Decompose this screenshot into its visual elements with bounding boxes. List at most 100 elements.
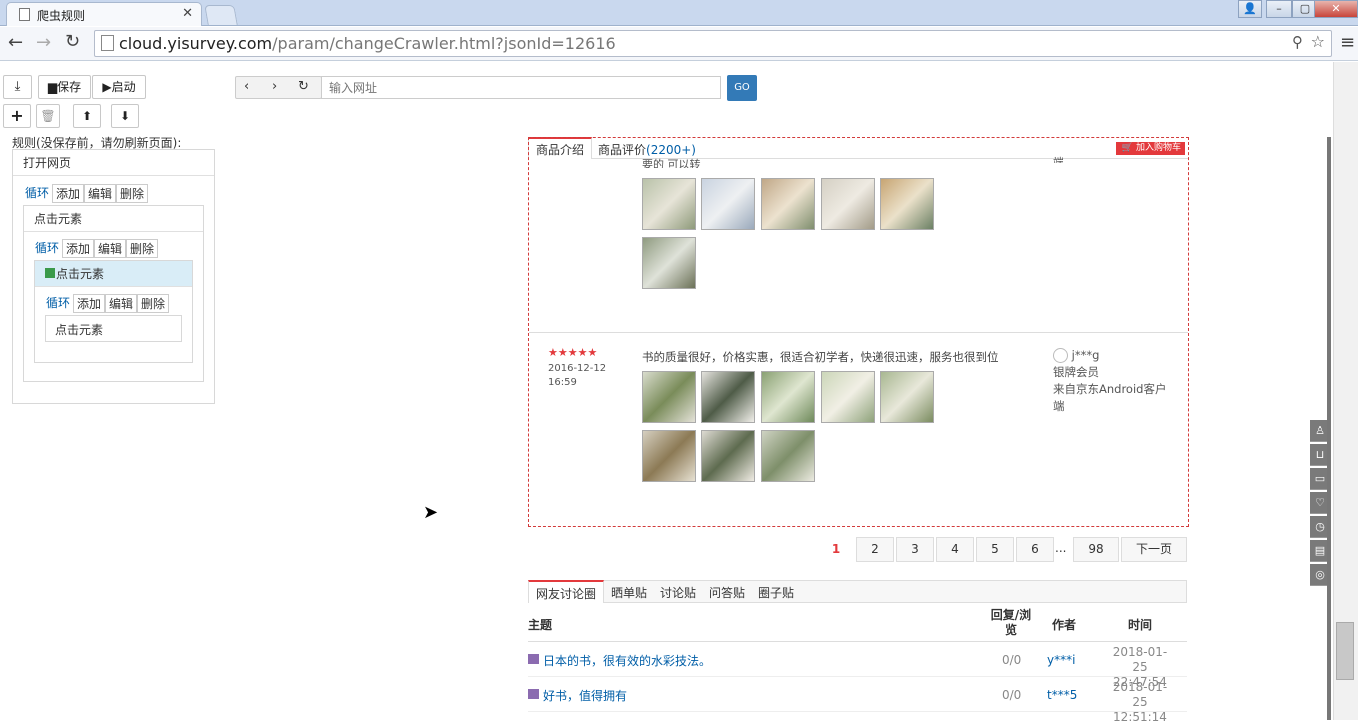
element-icon — [45, 268, 55, 278]
review-text: 书的质量很好，价格实惠，很适合初学者，快递很迅速，服务也很到位 — [642, 350, 999, 364]
rule-tabs-level3: 循环 添加 编辑 删除 — [43, 294, 170, 313]
post-date: 2018-01-25 — [1112, 680, 1168, 709]
click-element-title[interactable]: 点击元素 — [24, 206, 203, 232]
avatar — [1053, 348, 1068, 363]
tab-delete[interactable]: 删除 — [137, 294, 170, 313]
tab-forum-qa[interactable]: 问答贴 — [709, 584, 745, 601]
review-photo[interactable] — [642, 430, 696, 482]
col-author: 作者 — [1052, 618, 1077, 632]
inner-nav-group: ‹ › ↻ — [235, 76, 322, 99]
topic-icon — [528, 689, 539, 699]
browser-tab-active[interactable]: 爬虫规则 ✕ — [6, 2, 202, 26]
trash-icon[interactable]: 🗑 — [36, 104, 60, 128]
scrollbar-thumb[interactable] — [1336, 622, 1354, 680]
play-icon: ▶ — [102, 80, 112, 94]
tab-forum-all[interactable]: 网友讨论圈 — [528, 580, 605, 603]
url-path: /param/changeCrawler.html?jsonId=12616 — [272, 34, 616, 53]
page-link[interactable]: 4 — [936, 537, 974, 562]
menu-icon[interactable]: ≡ — [1340, 32, 1355, 53]
tab-delete[interactable]: 删除 — [116, 184, 149, 203]
window-close-button[interactable]: ✕ — [1314, 0, 1358, 18]
replies-value: 0/0 — [1002, 688, 1022, 702]
review-photo[interactable] — [701, 430, 755, 482]
review-photo[interactable] — [761, 178, 815, 230]
save-icon: ▆ — [47, 80, 58, 94]
tab-forum-discuss[interactable]: 讨论贴 — [660, 584, 696, 601]
review-stars: ★★★★★ — [548, 346, 598, 359]
page-link[interactable]: 5 — [976, 537, 1014, 562]
new-tab-button[interactable] — [204, 5, 238, 25]
post-clock: 12:51:14 — [1113, 710, 1167, 724]
review-photo[interactable] — [642, 371, 696, 423]
tab-delete[interactable]: 删除 — [126, 239, 159, 258]
minimize-button[interactable]: – — [1266, 0, 1292, 18]
go-button[interactable]: GO — [727, 75, 757, 101]
page-link[interactable]: 3 — [896, 537, 934, 562]
forum-tab-bar: 网友讨论圈 晒单贴 讨论贴 问答贴 圈子贴 — [528, 580, 1187, 603]
rule-tabs-level1: 循环 添加 编辑 删除 — [22, 184, 149, 203]
save-label: 保存 — [57, 80, 82, 94]
address-bar[interactable]: cloud.yisurvey.com/param/changeCrawler.h… — [94, 30, 1332, 57]
review-photo[interactable] — [821, 178, 875, 230]
review-text-partial: 要的 可以转 — [642, 158, 701, 168]
open-page-title[interactable]: 打开网页 — [13, 150, 214, 176]
col-topic: 主题 — [528, 618, 553, 632]
tab-loop[interactable]: 循环 — [32, 239, 63, 258]
inner-forward-icon[interactable]: › — [272, 79, 277, 94]
inner-reload-icon[interactable]: ↻ — [298, 79, 309, 94]
review-photo[interactable] — [761, 371, 815, 423]
page-last[interactable]: 98 — [1073, 537, 1119, 562]
export-icon[interactable]: ⤓ — [3, 75, 32, 99]
close-tab-icon[interactable]: ✕ — [182, 6, 193, 21]
inner-back-icon[interactable]: ‹ — [244, 79, 249, 94]
tab-add[interactable]: 添加 — [73, 294, 106, 313]
topic-link[interactable]: 日本的书，很有效的水彩技法。 — [543, 652, 711, 669]
add-icon[interactable]: + — [3, 104, 31, 128]
forward-arrow-icon[interactable]: → — [36, 32, 51, 53]
review-username[interactable]: j***g — [1072, 348, 1100, 362]
page-scrollbar-track[interactable] — [1327, 137, 1331, 720]
review-photo[interactable] — [642, 178, 696, 230]
mouse-cursor-icon: ➤ — [423, 502, 439, 523]
review-photo[interactable] — [821, 371, 875, 423]
review-photo[interactable] — [701, 371, 755, 423]
bookmark-star-icon[interactable]: ☆ — [1311, 32, 1325, 51]
review-photo[interactable] — [642, 237, 696, 289]
post-time: 2018-01-25 12:51:14 — [1108, 680, 1172, 725]
topic-link[interactable]: 好书，值得拥有 — [543, 687, 627, 704]
arrow-up-icon[interactable]: ⬆ — [73, 104, 101, 128]
page-link[interactable]: 6 — [1016, 537, 1054, 562]
zoom-icon[interactable]: ⚲ — [1292, 33, 1303, 51]
tab-forum-show[interactable]: 晒单贴 — [611, 584, 647, 601]
arrow-down-icon[interactable]: ⬇ — [111, 104, 139, 128]
review-photo[interactable] — [880, 371, 934, 423]
tab-edit[interactable]: 编辑 — [84, 184, 117, 203]
url-input[interactable] — [321, 76, 721, 99]
tab-add[interactable]: 添加 — [62, 239, 95, 258]
tab-edit[interactable]: 编辑 — [94, 239, 127, 258]
user-icon[interactable]: 👤 — [1238, 0, 1262, 18]
review-date-time: 16:59 — [548, 377, 577, 388]
review-photo[interactable] — [701, 178, 755, 230]
tab-add[interactable]: 添加 — [52, 184, 85, 203]
rule-click-element-3[interactable]: 点击元素 — [45, 315, 182, 342]
col-time: 时间 — [1128, 618, 1153, 632]
tab-loop[interactable]: 循环 — [43, 294, 74, 313]
back-arrow-icon[interactable]: ← — [8, 32, 23, 53]
reload-icon[interactable]: ↻ — [65, 31, 80, 52]
review-source-partial: 端 — [1053, 156, 1063, 163]
page-link[interactable]: 2 — [856, 537, 894, 562]
review-photo[interactable] — [880, 178, 934, 230]
start-button[interactable]: ▶启动 — [92, 75, 146, 99]
save-button[interactable]: ▆保存 — [38, 75, 91, 99]
tab-loop[interactable]: 循环 — [22, 184, 53, 203]
rule-tabs-level2: 循环 添加 编辑 删除 — [32, 239, 159, 258]
next-page-button[interactable]: 下一页 — [1121, 537, 1187, 562]
author-link[interactable]: t***5 — [1047, 688, 1077, 702]
tab-edit[interactable]: 编辑 — [105, 294, 138, 313]
tab-forum-circle[interactable]: 圈子贴 — [758, 584, 794, 601]
author-link[interactable]: y***i — [1047, 653, 1075, 667]
review-photo[interactable] — [761, 430, 815, 482]
browser-scrollbar[interactable] — [1333, 62, 1358, 720]
click-element-selected[interactable]: 点击元素 — [35, 261, 192, 287]
